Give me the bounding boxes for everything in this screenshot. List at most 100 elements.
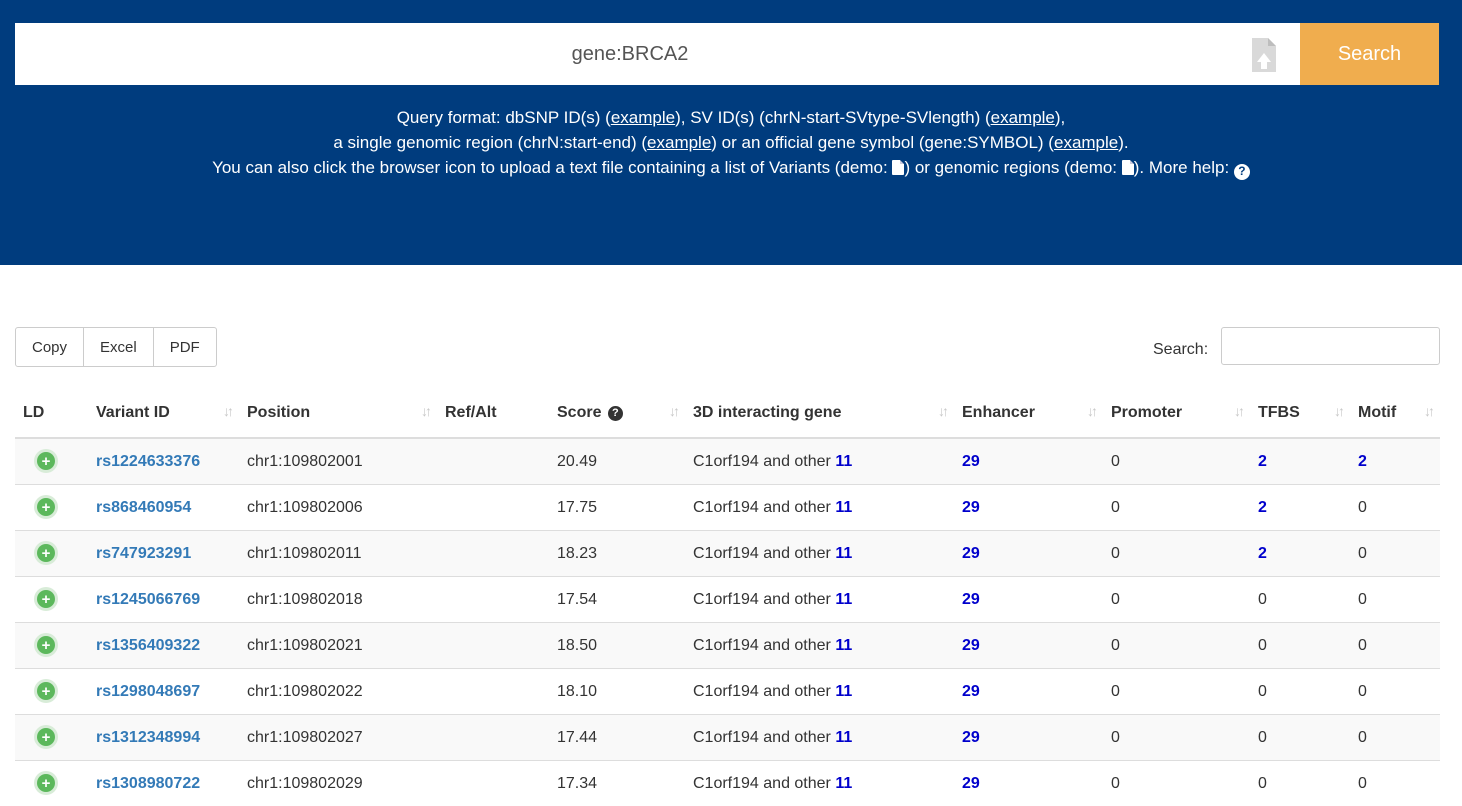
col-variant-id[interactable]: Variant ID↓↑ [88, 389, 239, 438]
col-position[interactable]: Position↓↑ [239, 389, 437, 438]
file-upload-icon[interactable] [1250, 37, 1278, 73]
interacting-gene-cell: C1orf194 and other 11 [685, 577, 954, 623]
gene-example-link[interactable]: example [1054, 133, 1118, 152]
tfbs-value[interactable]: 2 [1258, 545, 1267, 562]
col-3d-interacting-gene[interactable]: 3D interacting gene↓↑ [685, 389, 954, 438]
region-demo-file-icon[interactable] [1122, 160, 1134, 175]
promoter-cell: 0 [1103, 531, 1250, 577]
ld-expand-icon[interactable]: + [37, 452, 55, 470]
motif-cell: 0 [1350, 577, 1440, 623]
position-cell: chr1:109802006 [239, 485, 437, 531]
col-ld[interactable]: LD [15, 389, 88, 438]
variants-table: LD Variant ID↓↑ Position↓↑ Ref/Alt Score… [15, 389, 1440, 806]
tfbs-value[interactable]: 2 [1258, 453, 1267, 470]
col-motif[interactable]: Motif↓↑ [1350, 389, 1440, 438]
ld-expand-icon[interactable]: + [37, 774, 55, 792]
ld-expand-icon[interactable]: + [37, 498, 55, 516]
col-tfbs[interactable]: TFBS↓↑ [1250, 389, 1350, 438]
promoter-cell: 0 [1103, 577, 1250, 623]
help-question-icon[interactable]: ? [1234, 164, 1250, 180]
sort-icon: ↓↑ [223, 403, 231, 419]
other-genes-link[interactable]: 11 [835, 729, 852, 746]
interacting-gene-cell: C1orf194 and other 11 [685, 715, 954, 761]
other-genes-link[interactable]: 11 [835, 499, 852, 516]
position-cell: chr1:109802011 [239, 531, 437, 577]
tfbs-cell[interactable]: 2 [1250, 531, 1350, 577]
variant-id-cell: rs1308980722 [88, 761, 239, 806]
enhancer-link[interactable]: 29 [962, 683, 980, 700]
ld-expand-icon[interactable]: + [37, 544, 55, 562]
ref-alt-cell [437, 715, 549, 761]
tfbs-cell: 0 [1250, 669, 1350, 715]
enhancer-cell: 29 [954, 438, 1103, 485]
other-genes-link[interactable]: 11 [835, 637, 852, 654]
score-cell: 18.10 [549, 669, 685, 715]
region-example-link[interactable]: example [647, 133, 711, 152]
copy-button[interactable]: Copy [15, 327, 84, 367]
enhancer-link[interactable]: 29 [962, 775, 980, 792]
variant-id-link[interactable]: rs1224633376 [96, 453, 200, 470]
col-enhancer[interactable]: Enhancer↓↑ [954, 389, 1103, 438]
enhancer-link[interactable]: 29 [962, 729, 980, 746]
motif-cell[interactable]: 2 [1350, 438, 1440, 485]
enhancer-link[interactable]: 29 [962, 637, 980, 654]
interacting-gene-cell: C1orf194 and other 11 [685, 438, 954, 485]
promoter-cell: 0 [1103, 669, 1250, 715]
score-cell: 20.49 [549, 438, 685, 485]
search-input[interactable] [15, 23, 1245, 85]
table-row: + rs1224633376 chr1:109802001 20.49C1orf194… [15, 438, 1440, 485]
interacting-gene-cell: C1orf194 and other 11 [685, 669, 954, 715]
other-genes-link[interactable]: 11 [835, 683, 852, 700]
tfbs-cell[interactable]: 2 [1250, 438, 1350, 485]
variant-id-link[interactable]: rs1308980722 [96, 775, 200, 792]
score-cell: 18.50 [549, 623, 685, 669]
score-help-icon[interactable]: ? [608, 406, 623, 421]
ld-expand-icon[interactable]: + [37, 590, 55, 608]
ld-expand-icon[interactable]: + [37, 682, 55, 700]
col-score[interactable]: Score ?↓↑ [549, 389, 685, 438]
ld-cell: + [15, 669, 88, 715]
pdf-button[interactable]: PDF [153, 327, 217, 367]
sv-example-link[interactable]: example [991, 108, 1055, 127]
enhancer-link[interactable]: 29 [962, 591, 980, 608]
col-promoter[interactable]: Promoter↓↑ [1103, 389, 1250, 438]
search-button[interactable]: Search [1300, 23, 1439, 85]
ld-cell: + [15, 715, 88, 761]
tfbs-value[interactable]: 2 [1258, 499, 1267, 516]
motif-cell: 0 [1350, 669, 1440, 715]
ld-expand-icon[interactable]: + [37, 636, 55, 654]
variant-demo-file-icon[interactable] [892, 160, 904, 175]
promoter-cell: 0 [1103, 715, 1250, 761]
ld-expand-icon[interactable]: + [37, 728, 55, 746]
tfbs-cell[interactable]: 2 [1250, 485, 1350, 531]
variant-id-cell: rs1224633376 [88, 438, 239, 485]
other-genes-link[interactable]: 11 [835, 545, 852, 562]
table-search-input[interactable] [1221, 327, 1440, 365]
position-cell: chr1:109802001 [239, 438, 437, 485]
interacting-gene-cell: C1orf194 and other 11 [685, 761, 954, 806]
interacting-gene-cell: C1orf194 and other 11 [685, 485, 954, 531]
other-genes-link[interactable]: 11 [835, 591, 852, 608]
dbsnp-example-link[interactable]: example [611, 108, 675, 127]
variant-id-link[interactable]: rs868460954 [96, 499, 191, 516]
motif-value[interactable]: 2 [1358, 453, 1367, 470]
variant-id-link[interactable]: rs1298048697 [96, 683, 200, 700]
position-cell: chr1:109802022 [239, 669, 437, 715]
motif-value: 0 [1358, 499, 1367, 516]
enhancer-link[interactable]: 29 [962, 453, 980, 470]
ref-alt-cell [437, 577, 549, 623]
col-ref-alt[interactable]: Ref/Alt [437, 389, 549, 438]
enhancer-link[interactable]: 29 [962, 545, 980, 562]
excel-button[interactable]: Excel [83, 327, 154, 367]
variant-id-link[interactable]: rs1356409322 [96, 637, 200, 654]
other-genes-link[interactable]: 11 [835, 775, 852, 792]
enhancer-link[interactable]: 29 [962, 499, 980, 516]
other-genes-link[interactable]: 11 [835, 453, 852, 470]
ld-cell: + [15, 623, 88, 669]
variant-id-link[interactable]: rs1312348994 [96, 729, 200, 746]
score-cell: 18.23 [549, 531, 685, 577]
search-banner: Search Query format: dbSNP ID(s) (exampl… [0, 0, 1462, 265]
tfbs-cell: 0 [1250, 761, 1350, 806]
variant-id-link[interactable]: rs1245066769 [96, 591, 200, 608]
variant-id-link[interactable]: rs747923291 [96, 545, 191, 562]
